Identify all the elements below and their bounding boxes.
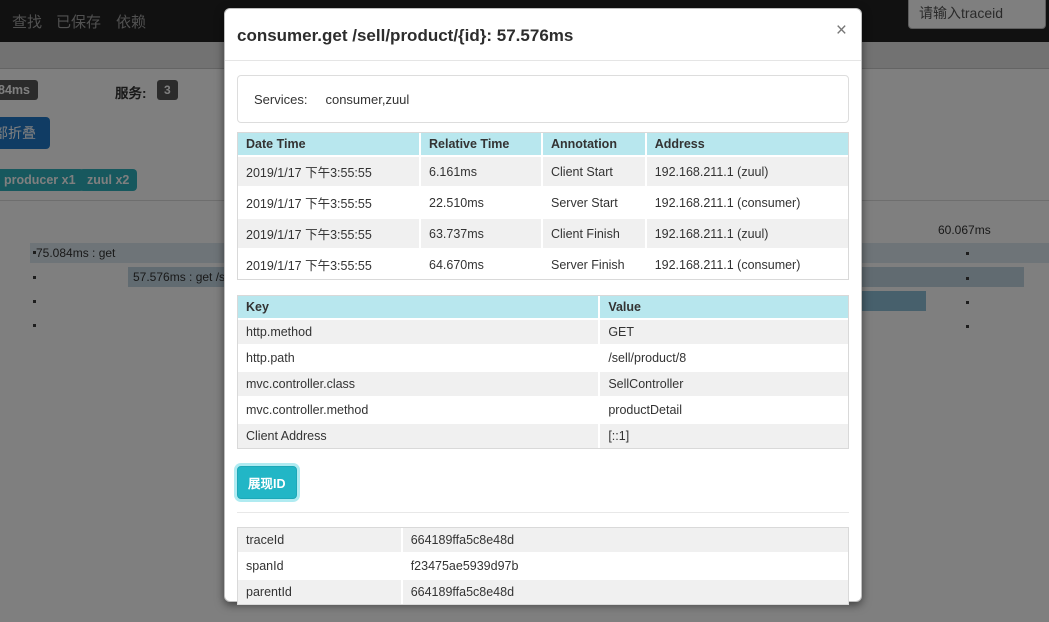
cell-value: [::1] bbox=[600, 424, 848, 448]
table-row: mvc.controller.class SellController bbox=[238, 372, 848, 398]
col-header-value: Value bbox=[600, 296, 848, 320]
cell-address: 192.168.211.1 (consumer) bbox=[647, 188, 848, 219]
table-row: 2019/1/17 下午3:55:55 6.161ms Client Start… bbox=[238, 157, 848, 188]
annotations-table: Date Time Relative Time Annotation Addre… bbox=[237, 132, 849, 280]
cell-key: http.path bbox=[238, 346, 600, 372]
cell-date-time: 2019/1/17 下午3:55:55 bbox=[238, 219, 421, 250]
cell-date-time: 2019/1/17 下午3:55:55 bbox=[238, 250, 421, 279]
table-row: traceId 664189ffa5c8e48d bbox=[238, 528, 848, 554]
table-row: mvc.controller.method productDetail bbox=[238, 398, 848, 424]
show-ids-button[interactable]: 展现ID bbox=[237, 466, 297, 499]
col-header-address: Address bbox=[647, 133, 848, 157]
col-header-key: Key bbox=[238, 296, 600, 320]
tags-table: Key Value http.method GET http.path /sel… bbox=[237, 295, 849, 449]
cell-key: mvc.controller.class bbox=[238, 372, 600, 398]
table-row: 2019/1/17 下午3:55:55 63.737ms Client Fini… bbox=[238, 219, 848, 250]
cell-value: productDetail bbox=[600, 398, 848, 424]
col-header-annotation: Annotation bbox=[543, 133, 647, 157]
annotations-header-row: Date Time Relative Time Annotation Addre… bbox=[238, 133, 848, 157]
cell-key: http.method bbox=[238, 320, 600, 346]
cell-id-value: f23475ae5939d97b bbox=[403, 554, 848, 580]
cell-address: 192.168.211.1 (zuul) bbox=[647, 157, 848, 188]
cell-key: mvc.controller.method bbox=[238, 398, 600, 424]
close-icon[interactable]: × bbox=[836, 21, 847, 40]
cell-value: /sell/product/8 bbox=[600, 346, 848, 372]
cell-value: SellController bbox=[600, 372, 848, 398]
table-row: Client Address [::1] bbox=[238, 424, 848, 448]
ids-divider bbox=[237, 512, 849, 513]
table-row: 2019/1/17 下午3:55:55 64.670ms Server Fini… bbox=[238, 250, 848, 279]
tags-header-row: Key Value bbox=[238, 296, 848, 320]
cell-annotation: Client Finish bbox=[543, 219, 647, 250]
cell-relative-time: 22.510ms bbox=[421, 188, 543, 219]
table-row: parentId 664189ffa5c8e48d bbox=[238, 580, 848, 604]
modal-title: consumer.get /sell/product/{id}: 57.576m… bbox=[237, 26, 573, 45]
cell-id-label: spanId bbox=[238, 554, 403, 580]
cell-relative-time: 6.161ms bbox=[421, 157, 543, 188]
services-label: Services: bbox=[254, 92, 307, 107]
cell-annotation: Server Start bbox=[543, 188, 647, 219]
cell-id-label: traceId bbox=[238, 528, 403, 554]
col-header-relative-time: Relative Time bbox=[421, 133, 543, 157]
table-row: http.method GET bbox=[238, 320, 848, 346]
app-window: 查找 已保存 依赖 84ms 服务: 3 全部折叠 producer x1 zu… bbox=[0, 0, 1049, 622]
cell-value: GET bbox=[600, 320, 848, 346]
cell-address: 192.168.211.1 (consumer) bbox=[647, 250, 848, 279]
cell-address: 192.168.211.1 (zuul) bbox=[647, 219, 848, 250]
table-row: http.path /sell/product/8 bbox=[238, 346, 848, 372]
cell-annotation: Client Start bbox=[543, 157, 647, 188]
services-value: consumer,zuul bbox=[325, 92, 409, 107]
cell-id-value: 664189ffa5c8e48d bbox=[403, 580, 848, 604]
modal-body: Services: consumer,zuul Date Time Relati… bbox=[225, 61, 861, 619]
table-row: spanId f23475ae5939d97b bbox=[238, 554, 848, 580]
table-row: 2019/1/17 下午3:55:55 22.510ms Server Star… bbox=[238, 188, 848, 219]
services-box: Services: consumer,zuul bbox=[237, 75, 849, 123]
modal-header: consumer.get /sell/product/{id}: 57.576m… bbox=[225, 9, 861, 61]
cell-id-value: 664189ffa5c8e48d bbox=[403, 528, 848, 554]
ids-table: traceId 664189ffa5c8e48d spanId f23475ae… bbox=[237, 527, 849, 605]
cell-relative-time: 64.670ms bbox=[421, 250, 543, 279]
cell-date-time: 2019/1/17 下午3:55:55 bbox=[238, 188, 421, 219]
cell-annotation: Server Finish bbox=[543, 250, 647, 279]
cell-key: Client Address bbox=[238, 424, 600, 448]
cell-relative-time: 63.737ms bbox=[421, 219, 543, 250]
col-header-date-time: Date Time bbox=[238, 133, 421, 157]
cell-id-label: parentId bbox=[238, 580, 403, 604]
cell-date-time: 2019/1/17 下午3:55:55 bbox=[238, 157, 421, 188]
span-detail-modal: consumer.get /sell/product/{id}: 57.576m… bbox=[224, 8, 862, 602]
